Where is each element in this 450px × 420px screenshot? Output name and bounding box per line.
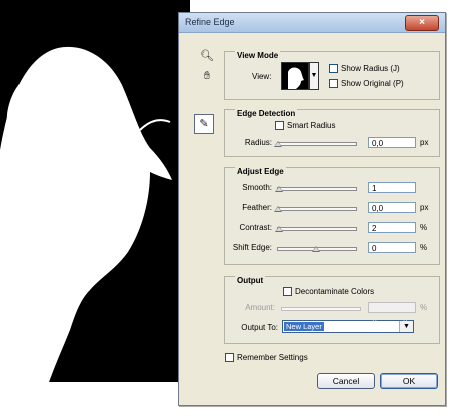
edge-detection-title: Edge Detection	[235, 109, 298, 118]
ok-button[interactable]: OK	[380, 373, 438, 389]
zoom-tool-icon[interactable]: 🔍︎	[197, 46, 217, 66]
view-mode-group: View Mode View: ▼ Show Radius (J) Show O…	[224, 51, 440, 100]
smart-radius-checkbox[interactable]	[275, 121, 284, 130]
feather-slider-thumb[interactable]	[274, 206, 282, 212]
output-title: Output	[235, 276, 266, 285]
chevron-down-icon[interactable]: ▼	[399, 321, 413, 332]
view-mode-title: View Mode	[235, 51, 281, 60]
dialog-title: Refine Edge	[185, 17, 235, 27]
amount-label: Amount:	[245, 303, 275, 312]
output-group: Output Decontaminate Colors Amount: % Ou…	[224, 276, 440, 344]
view-label: View:	[252, 72, 272, 81]
adjust-edge-title: Adjust Edge	[235, 167, 286, 176]
hand-tool-icon[interactable]: ✋︎	[197, 66, 217, 86]
view-mode-preview[interactable]	[281, 62, 309, 90]
radius-label: Radius:	[244, 138, 272, 147]
edge-detection-group: Edge Detection Smart Radius Radius: 0,0 …	[224, 109, 440, 157]
smooth-slider-thumb[interactable]	[275, 186, 283, 192]
output-to-selected-value: New Layer	[284, 322, 324, 331]
cancel-button[interactable]: Cancel	[317, 373, 375, 389]
output-to-select[interactable]: New Layer НОВЫЙ СЛОЙ ▼	[282, 320, 414, 333]
contrast-slider-track[interactable]	[277, 227, 357, 231]
smooth-slider-track[interactable]	[277, 187, 357, 191]
show-radius-label: Show Radius (J)	[341, 64, 400, 73]
title-bar: Refine Edge ×	[179, 13, 445, 33]
shift-edge-label: Shift Edge:	[232, 243, 272, 252]
show-original-label: Show Original (P)	[341, 79, 404, 88]
smart-radius-label: Smart Radius	[287, 121, 336, 130]
hair-silhouette-image	[0, 46, 172, 382]
feather-field[interactable]: 0,0	[368, 202, 416, 213]
decontaminate-colors-label: Decontaminate Colors	[295, 287, 375, 296]
radius-field[interactable]: 0,0	[368, 137, 416, 148]
remember-settings-label: Remember Settings	[237, 353, 308, 362]
amount-field	[368, 302, 416, 313]
radius-unit: px	[420, 138, 429, 147]
shift-edge-field[interactable]: 0	[368, 242, 416, 253]
smooth-label: Smooth:	[242, 183, 272, 192]
contrast-unit: %	[420, 223, 428, 232]
refine-edge-dialog: Refine Edge × 🔍︎ ✋︎ ✎ View Mode View: ▼ …	[178, 12, 446, 406]
feather-unit: px	[420, 203, 429, 212]
contrast-slider-thumb[interactable]	[275, 226, 283, 232]
shift-edge-slider-thumb[interactable]	[312, 246, 320, 252]
remember-settings-checkbox[interactable]	[225, 353, 234, 362]
feather-label: Feather:	[242, 203, 272, 212]
show-radius-checkbox[interactable]	[329, 64, 338, 73]
close-icon[interactable]: ×	[405, 15, 439, 31]
refine-radius-brush-icon[interactable]: ✎	[194, 114, 214, 134]
radius-slider-track[interactable]	[277, 142, 357, 146]
amount-slider-track	[281, 307, 361, 311]
amount-unit: %	[420, 303, 428, 312]
output-to-label: Output To:	[241, 323, 278, 332]
show-original-checkbox[interactable]	[329, 79, 338, 88]
feather-slider-track[interactable]	[277, 207, 357, 211]
contrast-field[interactable]: 2	[368, 222, 416, 233]
radius-slider-thumb[interactable]	[274, 141, 282, 147]
adjust-edge-group: Adjust Edge Smooth: 1 Feather: 0,0 px Co…	[224, 167, 440, 265]
contrast-label: Contrast:	[239, 223, 272, 232]
smooth-field[interactable]: 1	[368, 182, 416, 193]
decontaminate-colors-checkbox[interactable]	[283, 287, 292, 296]
shift-edge-unit: %	[420, 243, 428, 252]
view-mode-dropdown-arrow[interactable]: ▼	[309, 62, 319, 90]
